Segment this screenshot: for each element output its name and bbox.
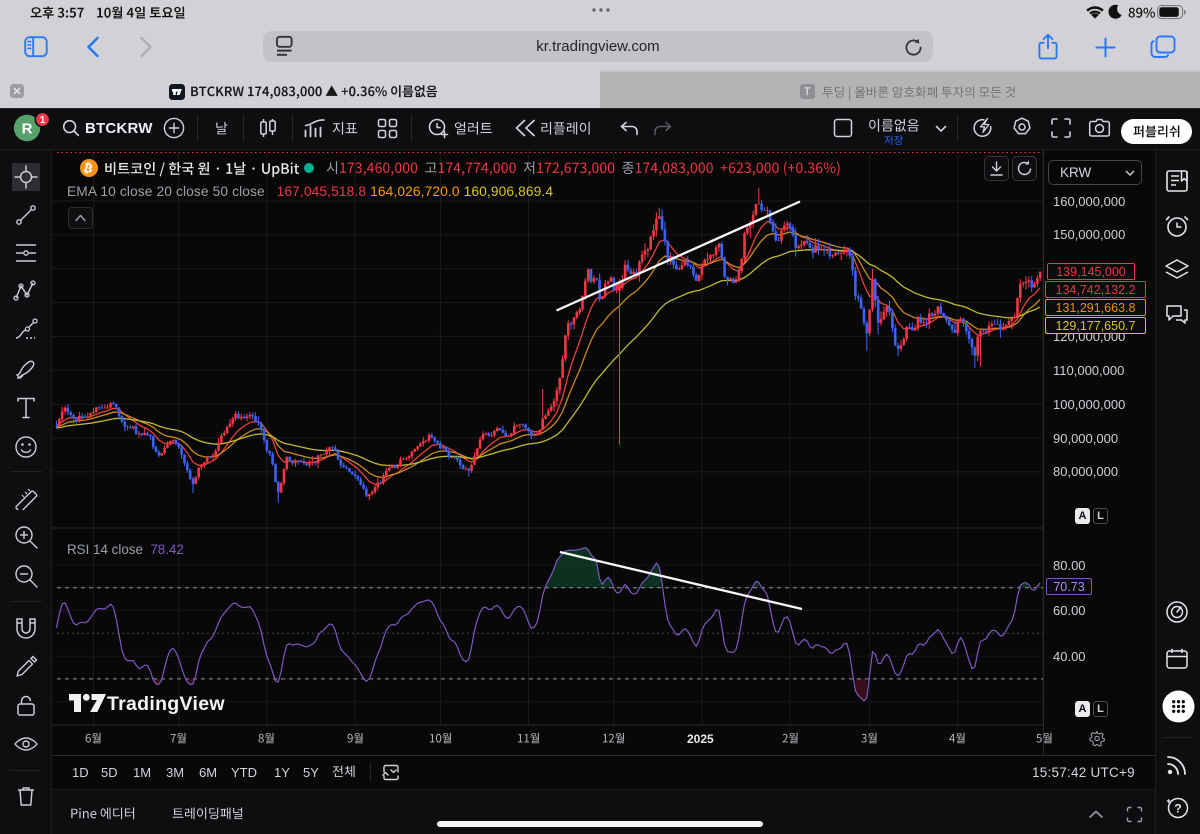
svg-text:TradingView: TradingView — [107, 693, 225, 715]
svg-text:R: R — [22, 121, 33, 138]
svg-text:1: 1 — [40, 115, 46, 126]
svg-text:?: ? — [1174, 802, 1181, 816]
